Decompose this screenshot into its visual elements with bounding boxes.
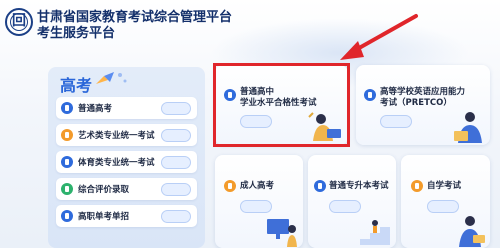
pretco-icon [364,89,376,101]
platform-logo [5,8,33,36]
evaluation-icon [61,183,73,195]
enter-button[interactable] [161,129,191,142]
card-title: 普通专升本考试 [329,181,389,191]
exam-item-putong-gaokao[interactable]: 普通高考 [56,97,197,119]
exam-item-label: 体育类专业统一考试 [78,158,155,168]
enter-button[interactable] [380,115,412,128]
enter-button[interactable] [240,200,272,213]
card-chengkao[interactable]: 成人高考 [215,155,303,248]
stairs-illustration [360,220,390,245]
card-zikao[interactable]: 自学考试 [401,155,490,248]
card-pretco[interactable]: 高等学校英语应用能力 考试（PRETCO） [356,65,490,145]
annotation-arrow [340,14,418,60]
rocket-icon [96,72,127,84]
reader-illustration [454,112,482,143]
exam-item-vocational[interactable]: 高职单考单招 [56,205,197,227]
zikao-icon [411,180,423,192]
zhuanshengben-icon [314,180,326,192]
platform-subtitle: 考生服务平台 [37,26,116,41]
enter-button[interactable] [161,210,191,223]
study-illustration [459,216,485,247]
highlight-box [213,63,350,147]
exam-item-label: 综合评价录取 [78,185,130,195]
sport-icon [61,156,73,168]
enter-button[interactable] [161,156,191,169]
exam-item-sport[interactable]: 体育类专业统一考试 [56,151,197,173]
card-title-line1: 高等学校英语应用能力 [380,87,466,97]
card-title-line2: 考试（PRETCO） [380,98,452,108]
exam-item-art[interactable]: 艺术类专业统一考试 [56,124,197,146]
enter-button[interactable] [161,102,191,115]
gaokao-heading: 高考 [60,76,93,95]
chengkao-icon [224,180,236,192]
enter-button[interactable] [329,200,361,213]
computer-illustration [267,219,297,247]
exam-item-label: 艺术类专业统一考试 [78,131,155,141]
card-title: 成人高考 [240,181,275,191]
enter-button[interactable] [161,183,191,196]
exam-item-label: 普通高考 [78,104,113,114]
exam-item-evaluation[interactable]: 综合评价录取 [56,178,197,200]
palette-icon [61,129,73,141]
exam-item-label: 高职单考单招 [78,212,130,222]
document-icon [61,102,73,114]
enter-button[interactable] [427,200,459,213]
card-zhuanshengben[interactable]: 普通专升本考试 [308,155,396,248]
vocational-icon [61,210,73,222]
card-title: 自学考试 [427,181,462,191]
